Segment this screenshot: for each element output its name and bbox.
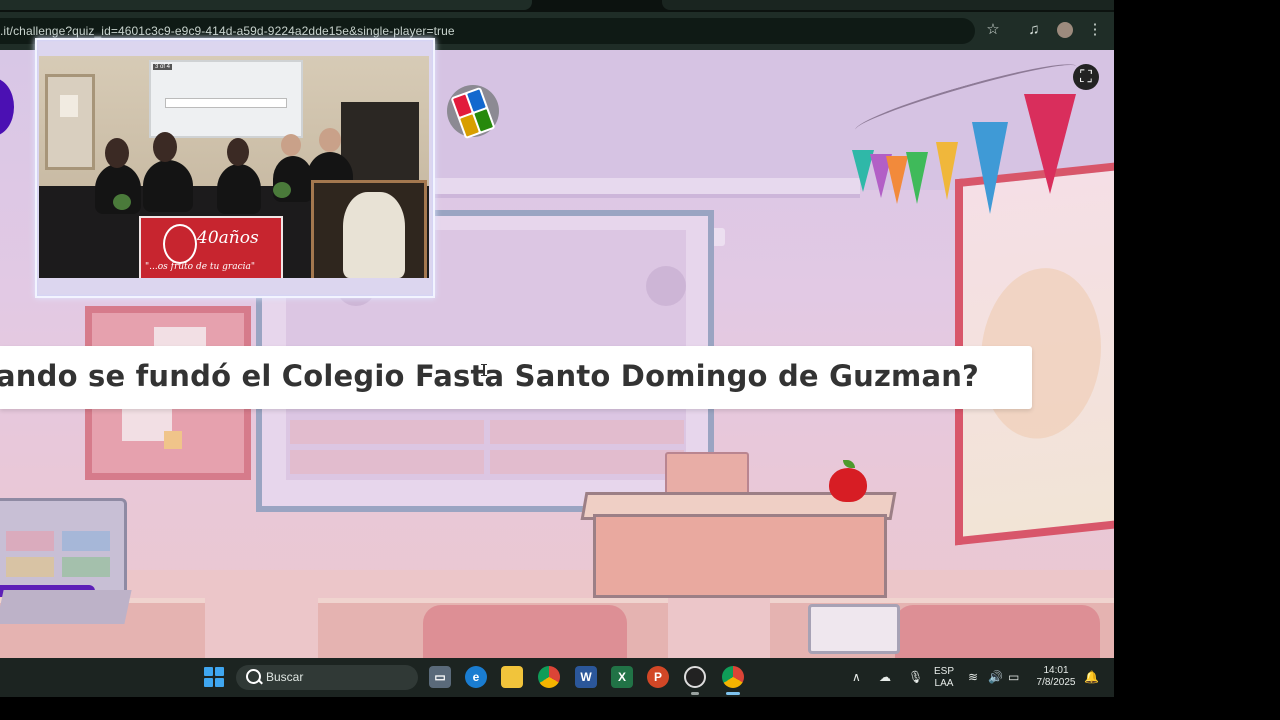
webcam-video-overlay[interactable]: 3 of 4 40años "...os fruto de tu gracia" [35, 38, 435, 298]
language-indicator[interactable]: ESP LAA [932, 666, 956, 690]
active-indicator [726, 692, 740, 695]
desktop-screen: .it/challenge?quiz_id=4601c3c9-e9c9-414d… [0, 0, 1114, 697]
banner-motto: "...os fruto de tu gracia" [145, 262, 256, 272]
clock-time: 14:01 [1043, 665, 1069, 676]
background-laptop [0, 498, 127, 597]
background-chair [423, 605, 627, 658]
battery-icon[interactable]: ▭ [1008, 670, 1019, 684]
task-view-icon[interactable]: ▭ [429, 666, 451, 688]
bunting-flag [886, 156, 908, 204]
question-card: ando se fundó el Colegio Fasta Santo Dom… [0, 346, 1032, 409]
fullscreen-icon[interactable]: ⛶ [1073, 64, 1099, 90]
background-keyboard [0, 590, 132, 624]
kahoot-logo-icon [447, 85, 499, 140]
slide-number: 3 of 4 [153, 64, 173, 70]
background-beam [430, 178, 860, 198]
folder-icon[interactable] [501, 666, 523, 688]
clock[interactable]: 14:01 7/8/2025 [1030, 665, 1082, 689]
microphone-icon[interactable]: 🎙 [908, 670, 923, 684]
tab-other[interactable] [662, 0, 1114, 10]
question-text: ando se fundó el Colegio Fasta Santo Dom… [0, 359, 980, 393]
windows-taskbar: Buscar ▭ e W X P ∧ ☁ 🎙 ESP LAA ≋ 🔊 ▭ 14:… [0, 658, 1114, 697]
excel-icon[interactable]: X [611, 666, 633, 688]
background-desk-body [593, 514, 887, 598]
chevron-up-icon[interactable]: ∧ [852, 670, 861, 684]
profile-avatar[interactable] [1053, 18, 1077, 42]
apple-decoration [829, 460, 867, 502]
clock-date: 7/8/2025 [1036, 677, 1076, 688]
language-line1: ESP [933, 666, 954, 677]
search-icon [246, 669, 261, 684]
text-cursor-icon [481, 364, 487, 376]
background-tablet [808, 604, 900, 654]
powerpoint-icon[interactable]: P [647, 666, 669, 688]
language-line2: LAA [934, 678, 954, 689]
banner-title: 40años [197, 228, 259, 248]
volume-icon[interactable]: 🔊 [988, 670, 1003, 684]
bunting-flag [1024, 94, 1076, 194]
wifi-icon[interactable]: ≋ [968, 670, 978, 684]
search-label: Buscar [266, 670, 304, 684]
tab-active[interactable] [0, 0, 532, 10]
background-chair [895, 605, 1100, 658]
bunting-flag [936, 142, 958, 200]
chrome-profile-icon[interactable] [722, 666, 744, 688]
video-frame: 3 of 4 40años "...os fruto de tu gracia" [39, 56, 429, 278]
tab-strip [0, 0, 1114, 12]
anniversary-banner: 40años "...os fruto de tu gracia" [139, 216, 283, 278]
side-badge [0, 78, 14, 136]
statue-bust [343, 192, 405, 278]
projected-slide: 3 of 4 [149, 60, 303, 138]
taskbar-search[interactable]: Buscar [236, 665, 418, 690]
chrome-icon[interactable] [538, 666, 560, 688]
bunting-flag [972, 122, 1008, 214]
edge-icon[interactable]: e [465, 666, 487, 688]
obs-icon[interactable] [684, 666, 706, 688]
bunting-flag [906, 152, 928, 204]
media-control-icon[interactable]: ♫ [1022, 18, 1046, 42]
notification-icon[interactable]: 🔔 [1084, 670, 1099, 684]
url-text[interactable]: .it/challenge?quiz_id=4601c3c9-e9c9-414d… [0, 24, 455, 38]
onedrive-icon[interactable]: ☁ [879, 670, 891, 684]
star-icon[interactable]: ☆ [981, 18, 1005, 42]
start-button[interactable] [204, 667, 224, 687]
running-indicator [691, 692, 699, 695]
word-icon[interactable]: W [575, 666, 597, 688]
menu-kebab-icon[interactable]: ⋮ [1083, 18, 1107, 42]
